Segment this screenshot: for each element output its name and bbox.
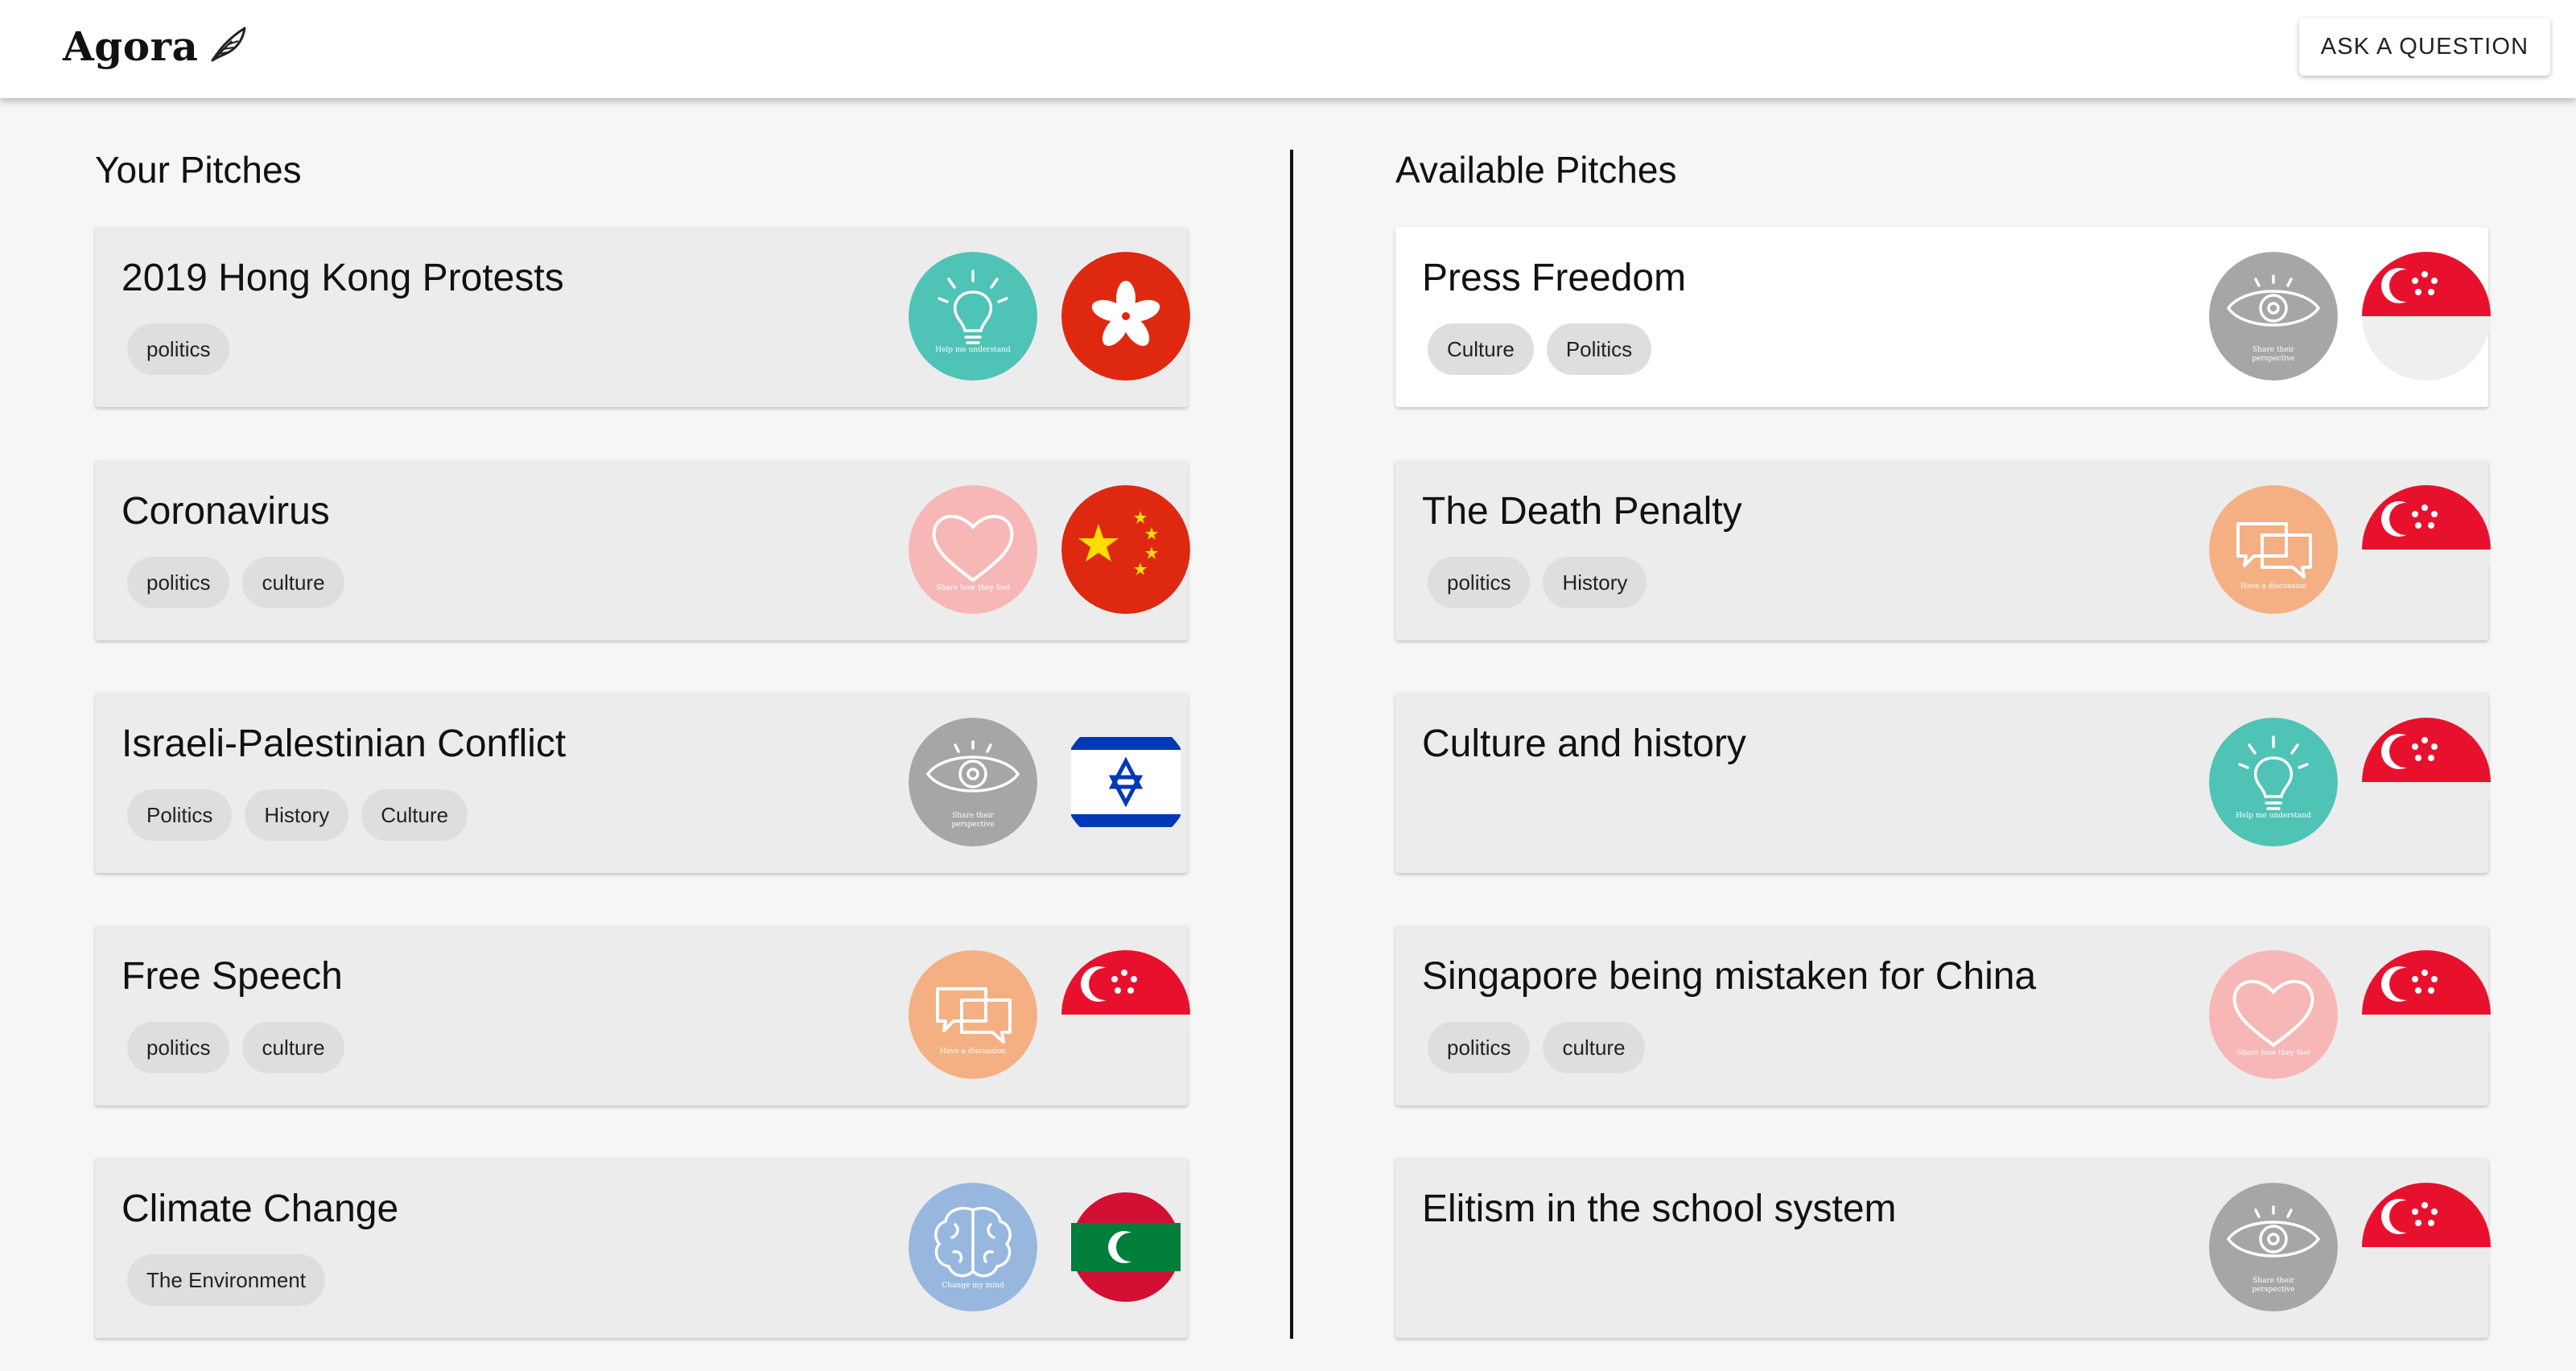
- pitch-card-press-freedom[interactable]: Press Freedom Culture Politics Share the…: [1395, 227, 2491, 407]
- top-app-bar: Agora ASK A QUESTION: [0, 0, 2576, 98]
- pitch-card-elitism[interactable]: Elitism in the school system Share their…: [1395, 1158, 2491, 1338]
- pitch-card-death-penalty[interactable]: The Death Penalty politics History Have …: [1395, 460, 2491, 640]
- tag-chip[interactable]: culture: [242, 1022, 344, 1073]
- tag-chip[interactable]: The Environment: [127, 1254, 325, 1306]
- tag-chip[interactable]: politics: [1428, 1022, 1531, 1073]
- tag-list: politics culture: [1428, 1022, 1645, 1073]
- feather-icon: [208, 23, 249, 69]
- chat-bubbles-icon: Have a discussion: [909, 950, 1037, 1079]
- tag-chip[interactable]: History: [245, 789, 349, 841]
- tag-chip[interactable]: culture: [242, 557, 344, 608]
- tag-chip[interactable]: Culture: [361, 789, 468, 841]
- svg-text:Share how they feel: Share how they feel: [936, 584, 1009, 592]
- pitch-card-culture-history[interactable]: Culture and history Help me understand: [1395, 693, 2491, 873]
- tag-list: politics: [127, 323, 230, 375]
- column-divider: [1290, 150, 1293, 1339]
- svg-text:Have a discussion: Have a discussion: [2240, 583, 2306, 591]
- svg-text:Change my mind: Change my mind: [942, 1282, 1004, 1290]
- china-flag-icon: [1061, 485, 1190, 614]
- pitch-title: Elitism in the school system: [1422, 1188, 1897, 1230]
- svg-text:Have a discussion: Have a discussion: [940, 1048, 1006, 1056]
- tag-chip[interactable]: Politics: [1546, 323, 1652, 375]
- singapore-flag-icon: [2362, 485, 2491, 614]
- tag-chip[interactable]: History: [1543, 557, 1647, 608]
- singapore-flag-icon: [2362, 950, 2491, 1079]
- svg-text:Help me understand: Help me understand: [2236, 812, 2311, 820]
- pitch-title: Coronavirus: [122, 490, 330, 533]
- eye-icon: Share their perspective: [2209, 1183, 2338, 1311]
- brand-name: Agora: [63, 22, 199, 70]
- tag-list: The Environment: [127, 1254, 325, 1306]
- svg-text:Share their: Share their: [2252, 346, 2294, 354]
- heart-icon: Share how they feel: [2209, 950, 2338, 1079]
- svg-text:Share their: Share their: [2252, 1277, 2294, 1285]
- pitch-card-climate-change[interactable]: Climate Change The Environment Change my…: [95, 1158, 1188, 1338]
- tag-chip[interactable]: politics: [127, 1022, 230, 1073]
- tag-chip[interactable]: politics: [127, 557, 230, 608]
- pitch-title: Climate Change: [122, 1188, 399, 1230]
- israel-flag-icon: [1061, 718, 1190, 846]
- singapore-flag-icon: [2362, 718, 2491, 846]
- tag-chip[interactable]: Culture: [1428, 323, 1534, 375]
- pitch-title: Culture and history: [1422, 723, 1746, 765]
- lightbulb-icon: Help me understand: [909, 252, 1037, 381]
- singapore-flag-icon: [2362, 252, 2491, 381]
- chat-bubbles-icon: Have a discussion: [2209, 485, 2338, 614]
- pitch-card-israeli-palestinian[interactable]: Israeli-Palestinian Conflict Politics Hi…: [95, 693, 1188, 873]
- pitch-title: The Death Penalty: [1422, 490, 1742, 533]
- pitch-title: Free Speech: [122, 955, 343, 998]
- tag-chip[interactable]: Politics: [127, 789, 233, 841]
- heart-icon: Share how they feel: [909, 485, 1037, 614]
- svg-text:Share their: Share their: [952, 812, 994, 820]
- lightbulb-icon: Help me understand: [2209, 718, 2338, 846]
- tag-chip[interactable]: politics: [1428, 557, 1531, 608]
- svg-text:Share how they feel: Share how they feel: [2236, 1049, 2310, 1057]
- eye-icon: Share their perspective: [2209, 252, 2338, 381]
- tag-list: Politics History Culture: [127, 789, 468, 841]
- ask-question-button[interactable]: ASK A QUESTION: [2299, 18, 2550, 76]
- svg-text:perspective: perspective: [951, 821, 994, 829]
- maldives-flag-icon: [1061, 1183, 1190, 1311]
- pitch-title: Singapore being mistaken for China: [1422, 955, 2037, 998]
- brand-logo[interactable]: Agora: [63, 18, 249, 74]
- tag-chip[interactable]: politics: [127, 323, 230, 375]
- tag-list: politics culture: [127, 1022, 344, 1073]
- tag-list: politics History: [1428, 557, 1647, 608]
- available-pitches-heading: Available Pitches: [1395, 149, 1677, 191]
- singapore-flag-icon: [1061, 950, 1190, 1079]
- tag-list: Culture Politics: [1428, 323, 1652, 375]
- hong-kong-flag-icon: [1061, 252, 1190, 381]
- brain-icon: Change my mind: [909, 1183, 1037, 1311]
- pitch-title: Israeli-Palestinian Conflict: [122, 723, 567, 765]
- pitch-title: Press Freedom: [1422, 257, 1687, 299]
- tag-list: politics culture: [127, 557, 344, 608]
- svg-text:perspective: perspective: [2252, 1286, 2294, 1294]
- pitch-card-hong-kong[interactable]: 2019 Hong Kong Protests politics Help me…: [95, 227, 1190, 407]
- tag-chip[interactable]: culture: [1543, 1022, 1645, 1073]
- svg-text:Help me understand: Help me understand: [935, 346, 1011, 354]
- svg-text:perspective: perspective: [2252, 355, 2294, 363]
- pitch-card-singapore-mistaken[interactable]: Singapore being mistaken for China polit…: [1395, 925, 2491, 1105]
- eye-icon: Share their perspective: [909, 718, 1037, 846]
- pitch-title: 2019 Hong Kong Protests: [122, 257, 564, 299]
- pitch-card-coronavirus[interactable]: Coronavirus politics culture Share how t…: [95, 460, 1190, 640]
- your-pitches-heading: Your Pitches: [95, 149, 302, 191]
- singapore-flag-icon: [2362, 1183, 2491, 1311]
- pitch-card-free-speech[interactable]: Free Speech politics culture Have a disc…: [95, 925, 1190, 1105]
